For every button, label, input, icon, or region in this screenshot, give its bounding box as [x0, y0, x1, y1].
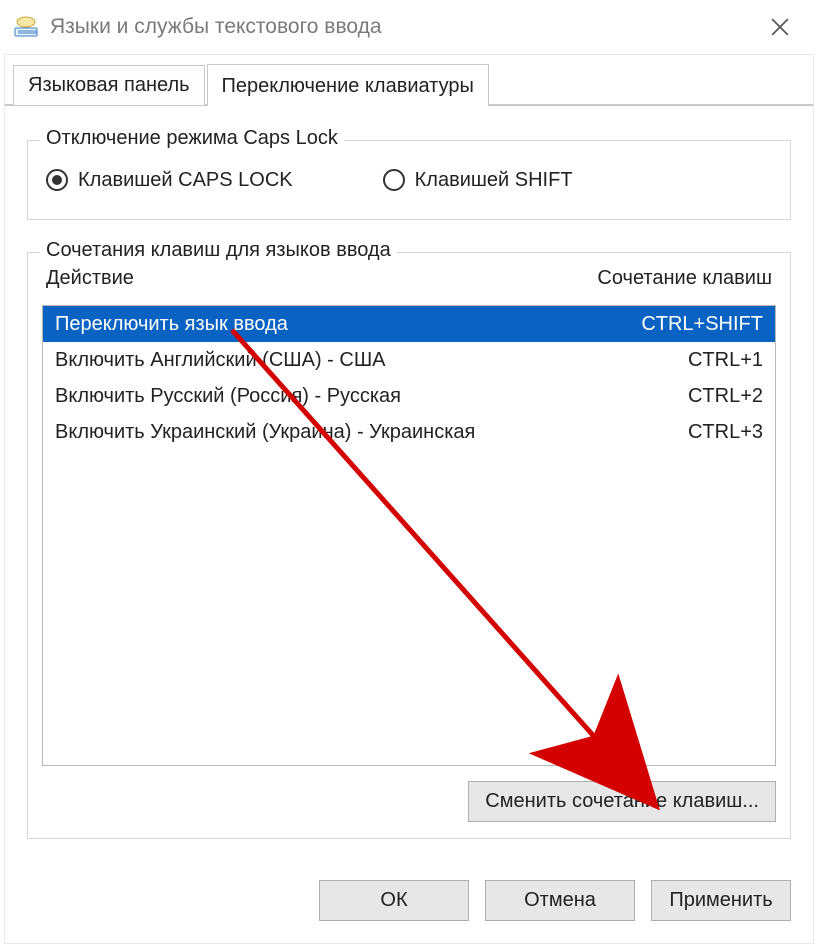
row-shortcut: CTRL+SHIFT	[621, 310, 763, 338]
list-row[interactable]: Включить Русский (Россия) - Русская CTRL…	[43, 378, 775, 414]
column-shortcut: Сочетание клавиш	[597, 267, 772, 290]
dialog-buttons: ОК Отмена Применить	[319, 880, 791, 921]
list-row[interactable]: Включить Английский (США) - США CTRL+1	[43, 342, 775, 378]
radio-capslock-key[interactable]: Клавишей CAPS LOCK	[46, 169, 293, 192]
title-bar: Языки и службы текстового ввода	[0, 0, 818, 54]
row-shortcut: CTRL+3	[668, 418, 763, 446]
tab-language-bar[interactable]: Языковая панель	[13, 65, 205, 105]
app-icon	[12, 15, 40, 39]
tab-page: Отключение режима Caps Lock Клавишей CAP…	[5, 105, 813, 943]
apply-button[interactable]: Применить	[651, 880, 791, 921]
list-row[interactable]: Включить Украинский (Украина) - Украинск…	[43, 414, 775, 450]
radio-label: Клавишей SHIFT	[415, 169, 573, 192]
row-shortcut: CTRL+2	[668, 382, 763, 410]
column-action: Действие	[46, 267, 134, 290]
close-button[interactable]	[748, 3, 812, 51]
tab-keyboard-switch[interactable]: Переключение клавиатуры	[207, 64, 489, 106]
groupbox-hotkeys-legend: Сочетания клавиш для языков ввода	[40, 239, 397, 262]
groupbox-hotkeys: Сочетания клавиш для языков ввода Действ…	[27, 252, 791, 839]
row-action: Включить Русский (Россия) - Русская	[55, 382, 668, 410]
groupbox-capslock: Отключение режима Caps Lock Клавишей CAP…	[27, 140, 791, 220]
row-shortcut: CTRL+1	[668, 346, 763, 374]
window-title: Языки и службы текстового ввода	[50, 15, 748, 39]
ok-button[interactable]: ОК	[319, 880, 469, 921]
radio-icon	[46, 169, 68, 191]
row-action: Включить Украинский (Украина) - Украинск…	[55, 418, 668, 446]
radio-icon	[383, 169, 405, 191]
row-action: Переключить язык ввода	[55, 310, 621, 338]
row-action: Включить Английский (США) - США	[55, 346, 668, 374]
list-row[interactable]: Переключить язык ввода CTRL+SHIFT	[43, 306, 775, 342]
dialog-window: Языки и службы текстового ввода Языковая…	[0, 0, 818, 948]
hotkeys-list[interactable]: Переключить язык ввода CTRL+SHIFT Включи…	[42, 305, 776, 766]
close-icon	[771, 18, 789, 36]
radio-label: Клавишей CAPS LOCK	[78, 169, 293, 192]
cancel-button[interactable]: Отмена	[485, 880, 635, 921]
change-hotkey-button[interactable]: Сменить сочетание клавиш...	[468, 781, 776, 822]
client-area: Языковая панель Переключение клавиатуры …	[4, 54, 814, 944]
radio-shift-key[interactable]: Клавишей SHIFT	[383, 169, 573, 192]
tab-strip: Языковая панель Переключение клавиатуры	[5, 55, 813, 105]
groupbox-capslock-legend: Отключение режима Caps Lock	[40, 127, 344, 150]
